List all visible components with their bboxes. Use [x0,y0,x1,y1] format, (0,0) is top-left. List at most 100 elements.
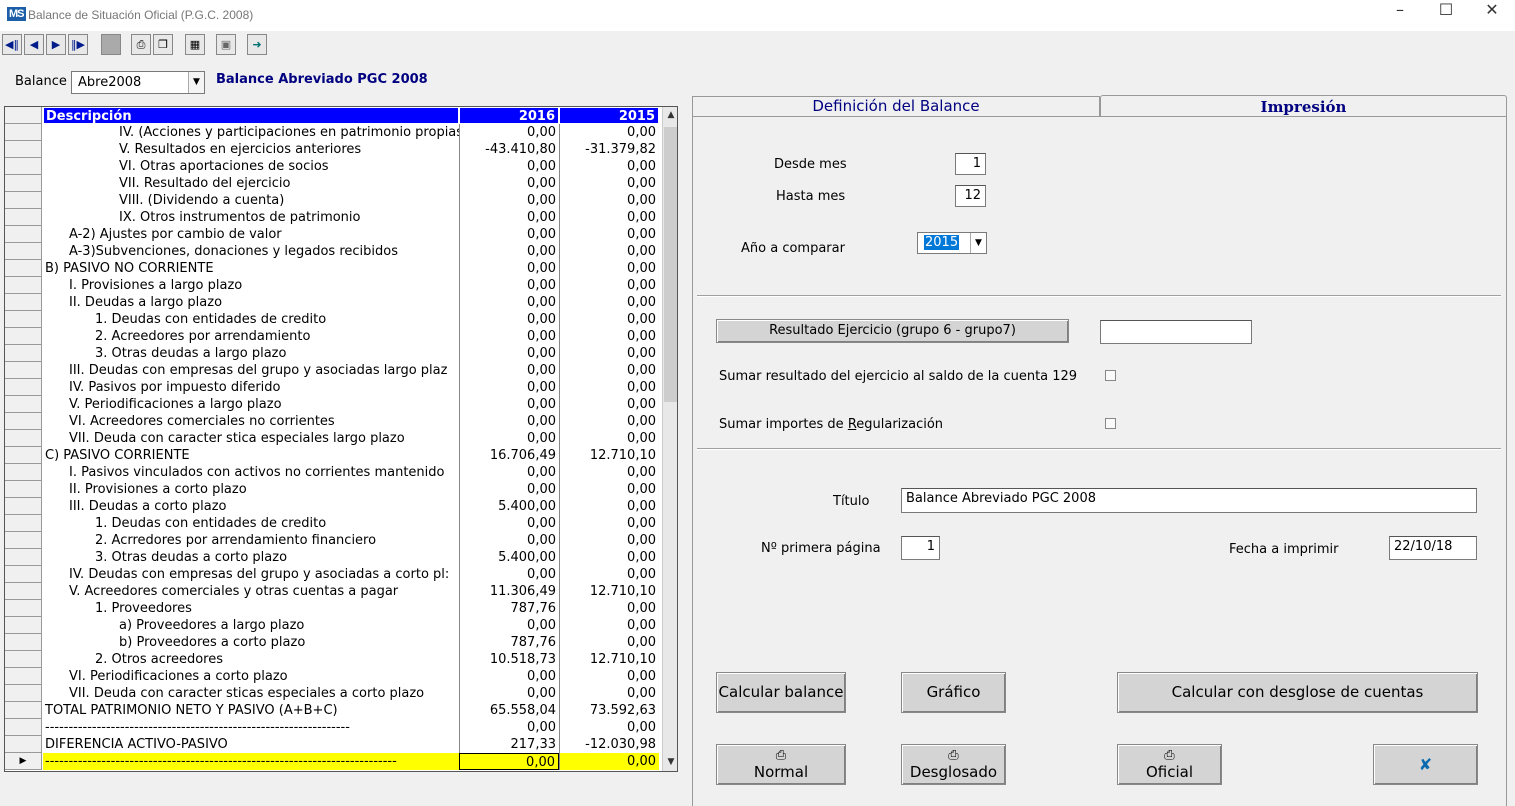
cell-2015[interactable]: 12.710,10 [559,447,659,464]
row-header[interactable] [5,634,42,651]
cell-2015[interactable]: 0,00 [559,753,659,770]
row-header[interactable] [5,192,42,209]
cell-2016[interactable]: 0,00 [459,396,559,413]
cell-descripcion[interactable]: 2. Otros acreedores [43,651,459,668]
cell-descripcion[interactable]: IV. (Acciones y participaciones en patri… [43,124,459,141]
cell-descripcion[interactable]: VI. Periodificaciones a corto plazo [43,668,459,685]
table-row[interactable]: B) PASIVO NO CORRIENTE 0,00 0,00 [5,260,661,277]
cell-descripcion[interactable]: 3. Otras deudas a corto plazo [43,549,459,566]
prev-icon[interactable]: ◀ [24,34,44,55]
cell-2015[interactable]: 0,00 [559,481,659,498]
row-header[interactable] [5,277,42,294]
cell-2015[interactable]: 0,00 [559,175,659,192]
cell-2015[interactable]: -12.030,98 [559,736,659,753]
resultado-ejercicio-field[interactable] [1100,320,1252,344]
cell-2016[interactable]: 0,00 [459,328,559,345]
cell-2015[interactable]: 0,00 [559,345,659,362]
cell-2015[interactable]: 0,00 [559,617,659,634]
header-2015[interactable]: 2015 [559,107,659,124]
cell-2016[interactable]: 0,00 [459,379,559,396]
stop-icon[interactable]: ■ [101,34,121,55]
row-header[interactable] [5,362,42,379]
cell-2016[interactable]: 0,00 [459,362,559,379]
row-header[interactable] [5,345,42,362]
table-row[interactable]: VII. Deuda con caracter stica especiales… [5,430,661,447]
first-icon[interactable]: ◀‖ [2,34,22,55]
cell-2015[interactable]: 0,00 [559,566,659,583]
cell-2016[interactable]: 787,76 [459,600,559,617]
titulo-input[interactable]: Balance Abreviado PGC 2008 [901,488,1477,513]
calculator-icon[interactable]: ▦ [185,34,205,55]
row-header[interactable] [5,481,42,498]
row-header[interactable] [5,311,42,328]
cell-2015[interactable]: 12.710,10 [559,583,659,600]
cell-descripcion[interactable]: II. Provisiones a corto plazo [43,481,459,498]
cell-2015[interactable]: 0,00 [559,600,659,617]
cell-2016[interactable]: 0,00 [459,243,559,260]
sumar-129-checkbox[interactable] [1105,370,1116,381]
row-header[interactable] [5,685,42,702]
cell-2016[interactable]: 0,00 [459,158,559,175]
cell-descripcion[interactable]: VII. Deuda con caracter stica especiales… [43,430,459,447]
cell-descripcion[interactable]: IX. Otros instrumentos de patrimonio [43,209,459,226]
cell-2016[interactable]: 0,00 [459,481,559,498]
balance-select[interactable]: Abre2008 ▼ [71,71,205,94]
table-row[interactable]: VII. Deuda con caracter sticas especiale… [5,685,661,702]
table-row[interactable]: VI. Acreedores comerciales no corrientes… [5,413,661,430]
table-row[interactable]: VII. Resultado del ejercicio 0,00 0,00 [5,175,661,192]
cell-2015[interactable]: 0,00 [559,277,659,294]
cell-descripcion[interactable]: V. Resultados en ejercicios anteriores [43,141,459,158]
table-row[interactable]: VI. Otras aportaciones de socios 0,00 0,00 [5,158,661,175]
cell-descripcion[interactable]: II. Deudas a largo plazo [43,294,459,311]
row-header[interactable] [5,209,42,226]
cell-descripcion[interactable]: B) PASIVO NO CORRIENTE [43,260,459,277]
balance-grid[interactable]: Descripción 2016 2015 IV. (Acciones y pa… [4,106,678,772]
cell-2016[interactable]: 65.558,04 [459,702,559,719]
cell-2016[interactable]: 0,00 [459,685,559,702]
table-row[interactable]: I. Pasivos vinculados con activos no cor… [5,464,661,481]
cell-2016[interactable]: 0,00 [459,226,559,243]
table-row[interactable]: C) PASIVO CORRIENTE 16.706,49 12.710,10 [5,447,661,464]
scroll-down-icon[interactable]: ▼ [663,754,677,771]
row-header[interactable] [5,464,42,481]
cell-2016[interactable]: 0,00 [459,209,559,226]
cell-2016[interactable]: 0,00 [459,124,559,141]
cell-2015[interactable]: 0,00 [559,498,659,515]
table-row[interactable]: 1. Deudas con entidades de credito 0,00 0,… [5,515,661,532]
cell-descripcion[interactable]: a) Proveedores a largo plazo [43,617,459,634]
cell-2015[interactable]: -31.379,82 [559,141,659,158]
cell-2016[interactable]: 0,00 [459,294,559,311]
cell-descripcion[interactable]: IV. Pasivos por impuesto diferido [43,379,459,396]
exit-button[interactable]: ✘ [1373,744,1478,785]
table-row[interactable]: V. Acreedores comerciales y otras cuenta… [5,583,661,600]
row-header[interactable] [5,566,42,583]
cell-descripcion[interactable]: A-3)Subvenciones, donaciones y legados r… [43,243,459,260]
book-icon[interactable]: ❐ [153,34,173,55]
cell-2016[interactable]: 0,00 [459,260,559,277]
table-row[interactable]: 3. Otras deudas a corto plazo 5.400,00 0,0… [5,549,661,566]
cell-descripcion[interactable]: IV. Deudas con empresas del grupo y asoc… [43,566,459,583]
cell-2016[interactable]: 5.400,00 [459,498,559,515]
table-row[interactable]: VI. Periodificaciones a corto plazo 0,00 0… [5,668,661,685]
table-row[interactable]: VIII. (Dividendo a cuenta) 0,00 0,00 [5,192,661,209]
cell-2015[interactable]: 0,00 [559,294,659,311]
table-row[interactable]: b) Proveedores a corto plazo 787,76 0,00 [5,634,661,651]
desde-mes-input[interactable]: 1 [955,153,986,175]
table-row[interactable]: 2. Otros acreedores 10.518,73 12.710,10 [5,651,661,668]
cell-2015[interactable]: 0,00 [559,396,659,413]
cell-descripcion[interactable]: DIFERENCIA ACTIVO-PASIVO [43,736,459,753]
table-row[interactable]: III. Deudas a corto plazo 5.400,00 0,00 [5,498,661,515]
cell-2016[interactable]: 0,00 [459,345,559,362]
cell-descripcion[interactable]: ----------------------------------------… [43,753,459,770]
calcular-desglose-button[interactable]: Calcular con desglose de cuentas [1117,672,1478,713]
cell-descripcion[interactable]: I. Provisiones a largo plazo [43,277,459,294]
cell-2016[interactable]: 11.306,49 [459,583,559,600]
cell-descripcion[interactable]: V. Acreedores comerciales y otras cuenta… [43,583,459,600]
cell-2016[interactable]: 16.706,49 [459,447,559,464]
primera-pagina-input[interactable]: 1 [901,536,940,560]
row-header[interactable] [5,243,42,260]
row-header[interactable] [5,379,42,396]
cell-2016[interactable]: 0,00 [459,277,559,294]
next-icon[interactable]: ▶ [46,34,66,55]
close-button[interactable]: ✕ [1469,0,1515,31]
